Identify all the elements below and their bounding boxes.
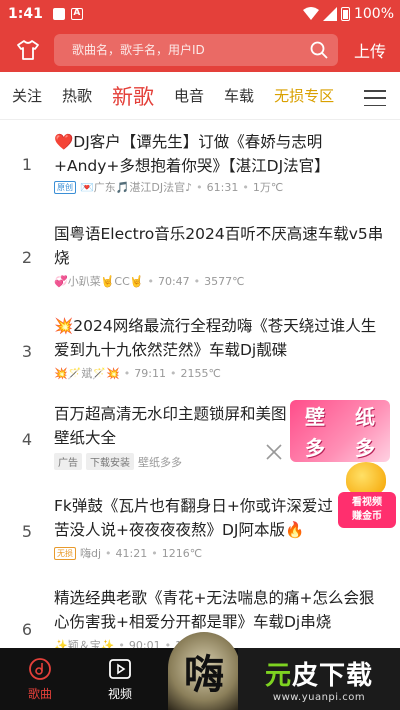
- wifi-icon: [302, 7, 319, 20]
- lossless-tag: 无损: [54, 546, 76, 560]
- status-time: 1:41: [8, 6, 43, 22]
- tab-lossless[interactable]: 无损专区: [274, 85, 334, 106]
- coin-icon: [346, 462, 386, 496]
- uploader[interactable]: 💥🪄斌🪄💥: [54, 365, 120, 381]
- song-meta: 💞小趴菜🤘CC🤘 • 70:47 • 3577℃: [54, 273, 245, 289]
- uploader[interactable]: 💌广东🎵湛江DJ法官♪: [80, 179, 192, 195]
- song-title[interactable]: 💥2024网络最流行全程劲嗨《苍天绕过谁人生爱到九十九依然茫然》车载Dj靓碟: [54, 314, 384, 362]
- duration: 79:11: [134, 366, 166, 380]
- play-count: 2155℃: [180, 366, 221, 380]
- play-count: 1216℃: [161, 546, 203, 560]
- tab-hot[interactable]: 热歌: [62, 85, 92, 106]
- duration: 41:21: [115, 546, 148, 560]
- status-bar: 1:41 A 100%: [0, 0, 400, 28]
- ad-source: 壁纸多多: [138, 455, 182, 469]
- nav-videos[interactable]: 视频: [80, 648, 160, 710]
- song-title[interactable]: 国粤语Electro音乐2024百听不厌高速车载v5串烧: [54, 222, 384, 270]
- ad-meta: 广告 下载安装 壁纸多多: [54, 453, 182, 470]
- tab-electronic[interactable]: 电音: [174, 85, 204, 106]
- uploader[interactable]: 嗨dj: [80, 545, 101, 561]
- battery-level: 100%: [353, 6, 394, 22]
- tab-car[interactable]: 车载: [224, 85, 254, 106]
- menu-icon[interactable]: [364, 90, 386, 106]
- uploader[interactable]: 💞小趴菜🤘CC🤘: [54, 273, 143, 289]
- original-tag: 原创: [54, 180, 76, 194]
- notification-icon: [52, 8, 65, 20]
- category-tabs: 关注 热歌 新歌 电音 车载 无损专区: [0, 72, 400, 120]
- notification-a-icon: A: [70, 8, 83, 20]
- duration: 61:31: [206, 180, 239, 194]
- video-icon: [109, 658, 131, 679]
- rank-number: 3: [21, 342, 33, 361]
- search-box[interactable]: [54, 34, 338, 66]
- rank-number: 2: [21, 248, 33, 267]
- watermark-logo: 元皮下载 www.yuanpi.com: [238, 648, 400, 710]
- song-title[interactable]: 精选经典老歌《青花+无法喘息的痛+怎么会狠心伤害我+相爱分开都是罪》车载Dj串烧: [54, 586, 384, 634]
- rank-number: 1: [21, 155, 33, 174]
- nav-songs[interactable]: 歌曲: [0, 648, 80, 710]
- tab-follow[interactable]: 关注: [12, 85, 42, 106]
- skin-button[interactable]: [10, 32, 46, 68]
- song-title[interactable]: Fk弹鼓《瓦片也有翻身日+你或许深爱过苦没人说+夜夜夜夜熬》DJ阿本版🔥: [54, 494, 344, 542]
- play-count: 3577℃: [204, 274, 245, 288]
- music-disc-icon: [29, 657, 51, 680]
- search-icon[interactable]: [310, 41, 328, 59]
- shirt-icon: [17, 40, 39, 60]
- song-meta: 原创 💌广东🎵湛江DJ法官♪ • 61:31 • 1万℃: [54, 179, 283, 195]
- rank-number: 6: [21, 620, 33, 639]
- song-meta: 无损 嗨dj • 41:21 • 1216℃: [54, 545, 202, 561]
- upload-button[interactable]: 上传: [350, 38, 390, 62]
- rank-number: 4: [21, 430, 33, 449]
- song-title[interactable]: ❤️DJ客户【谭先生】订做《春娇与志明+Andy+多想抱着你哭》【湛江DJ法官】: [54, 130, 384, 178]
- song-meta: 💥🪄斌🪄💥 • 79:11 • 2155℃: [54, 365, 221, 381]
- ad-tag: 广告: [54, 453, 82, 470]
- download-tag[interactable]: 下载安装: [86, 453, 134, 470]
- now-playing-disc[interactable]: 嗨: [168, 632, 240, 710]
- play-count: 1万℃: [252, 181, 284, 194]
- duration: 70:47: [157, 274, 190, 288]
- rank-number: 5: [21, 522, 33, 541]
- battery-icon: [340, 7, 350, 21]
- earn-coins-button[interactable]: 看视频 赚金币: [338, 462, 396, 532]
- tab-new[interactable]: 新歌: [112, 81, 154, 111]
- ad-image[interactable]: 壁 纸 多 多: [290, 400, 390, 462]
- signal-icon: [322, 7, 337, 21]
- close-icon[interactable]: [264, 442, 284, 462]
- top-header: 上传: [0, 28, 400, 72]
- ad-title[interactable]: 百万超高清无水印主题锁屏和美图壁纸大全: [54, 402, 294, 450]
- search-input[interactable]: [72, 43, 310, 57]
